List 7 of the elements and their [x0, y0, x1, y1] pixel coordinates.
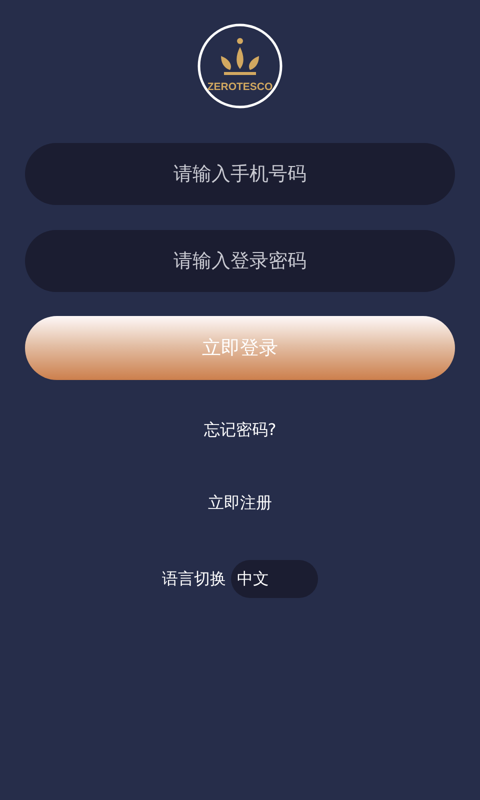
password-input-field[interactable]: 请输入登录密码: [25, 230, 455, 292]
phone-input-field[interactable]: 请输入手机号码: [25, 143, 455, 205]
language-label: 语言切换: [162, 568, 226, 590]
forgot-password-link[interactable]: 忘记密码?: [204, 420, 276, 441]
logo: ZEROTESCO: [197, 23, 283, 109]
register-link[interactable]: 立即注册: [208, 493, 272, 514]
language-select[interactable]: 中文: [231, 560, 318, 598]
